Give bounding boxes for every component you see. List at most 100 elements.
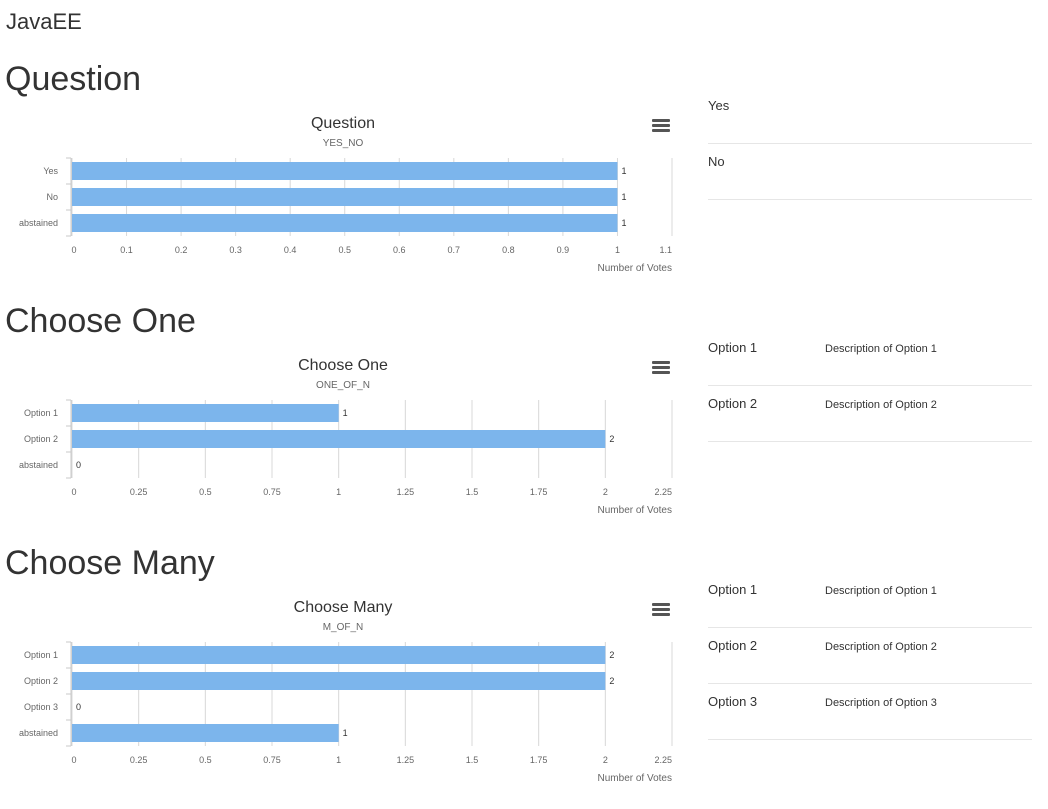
bar [72, 646, 606, 664]
option-description: Description of Option 3 [825, 697, 937, 709]
option-label: Option 3 [708, 694, 758, 709]
category-label: abstained [19, 460, 58, 470]
x-tick-label: 0.25 [130, 487, 148, 497]
section-title-choose-many: Choose Many [5, 544, 215, 582]
x-tick-label: 1.5 [466, 487, 479, 497]
chart-choose-many-svg: Choose Many M_OF_N 0 0.25 0.5 0.75 1 1.25 1.5 1.7… [19, 599, 673, 784]
chart-choose-one: Choose One ONE_OF_N 0 0.25 0.5 0.75 1 1.25 1.5 1.… [0, 350, 690, 520]
option-row-option-3: Option 3 Description of Option 3 [708, 684, 1032, 740]
data-label: 0 [76, 460, 81, 470]
category-label: Option 2 [24, 434, 58, 444]
x-tick-label: 2 [603, 487, 608, 497]
x-tick-label: 1.25 [397, 755, 415, 765]
option-description: Description of Option 1 [825, 585, 937, 597]
x-tick-label: 1 [615, 245, 620, 255]
category-label: Option 1 [24, 408, 58, 418]
data-label: 1 [621, 218, 626, 228]
option-description: Description of Option 2 [825, 399, 937, 411]
bar [72, 162, 618, 180]
category-label: abstained [19, 218, 58, 228]
x-tick-label: 0.6 [393, 245, 406, 255]
data-label: 1 [621, 192, 626, 202]
option-row-option-2: Option 2 Description of Option 2 [708, 386, 1032, 442]
section-title-choose-one: Choose One [5, 302, 196, 340]
x-tick-label: 0.1 [120, 245, 133, 255]
x-tick-label: 2.25 [654, 755, 672, 765]
option-row-yes: Yes [708, 88, 1032, 144]
x-tick-label: 1.25 [397, 487, 415, 497]
option-label: No [708, 154, 725, 169]
x-tick-label: 0.4 [284, 245, 297, 255]
option-list-question: Yes No [708, 88, 1032, 200]
section-title-question: Question [5, 60, 142, 98]
app-title: JavaEE [6, 9, 82, 34]
option-row-option-1: Option 1 Description of Option 1 [708, 330, 1032, 386]
x-tick-label: 0.5 [199, 487, 212, 497]
x-tick-label: 0.8 [502, 245, 515, 255]
bar [72, 188, 618, 206]
bar [72, 404, 339, 422]
category-label: Option 2 [24, 676, 58, 686]
bar [72, 214, 618, 232]
category-label: No [46, 192, 58, 202]
bar [72, 672, 606, 690]
x-axis-label: Number of Votes [598, 505, 672, 516]
x-tick-label: 0.5 [199, 755, 212, 765]
option-row-no: No [708, 144, 1032, 200]
option-row-option-2: Option 2 Description of Option 2 [708, 628, 1032, 684]
x-tick-label: 0.25 [130, 755, 148, 765]
data-label: 2 [609, 650, 614, 660]
option-label: Yes [708, 98, 730, 113]
x-tick-label: 1 [336, 487, 341, 497]
option-description: Description of Option 2 [825, 641, 937, 653]
chart-menu-icon[interactable] [652, 119, 670, 133]
category-label: Option 3 [24, 702, 58, 712]
x-tick-label: 0 [71, 755, 76, 765]
x-axis-label: Number of Votes [598, 773, 672, 784]
x-tick-label: 0 [71, 487, 76, 497]
chart-subtitle: ONE_OF_N [316, 380, 370, 391]
category-label: Yes [43, 166, 58, 176]
chart-title: Choose One [298, 357, 388, 374]
chart-menu-icon[interactable] [652, 361, 670, 375]
chart-question: Question YES_NO 0 0.1 0.2 0.3 0.4 0.5 0.6 0.7 0.8 0… [0, 108, 690, 278]
chart-menu-icon[interactable] [652, 603, 670, 617]
chart-choose-one-svg: Choose One ONE_OF_N 0 0.25 0.5 0.75 1 1.25 1.5 1.… [19, 357, 673, 516]
option-list-choose-many: Option 1 Description of Option 1 Option … [708, 572, 1032, 740]
category-label: abstained [19, 728, 58, 738]
option-description: Description of Option 1 [825, 343, 937, 355]
data-label: 0 [76, 702, 81, 712]
x-tick-label: 2.25 [654, 487, 672, 497]
option-list-choose-one: Option 1 Description of Option 1 Option … [708, 330, 1032, 442]
x-axis-label: Number of Votes [598, 263, 672, 274]
x-tick-label: 1.75 [530, 487, 548, 497]
data-label: 2 [609, 434, 614, 444]
x-tick-label: 2 [603, 755, 608, 765]
x-tick-label: 1.75 [530, 755, 548, 765]
option-label: Option 2 [708, 396, 758, 411]
x-tick-label: 0.2 [175, 245, 188, 255]
x-tick-label: 1.5 [466, 755, 479, 765]
chart-question-svg: Question YES_NO 0 0.1 0.2 0.3 0.4 0.5 0.6 0.7 0.8 0… [19, 115, 673, 274]
option-label: Option 1 [708, 582, 758, 597]
chart-subtitle: M_OF_N [323, 622, 364, 633]
data-label: 2 [609, 676, 614, 686]
category-label: Option 1 [24, 650, 58, 660]
x-tick-label: 0 [71, 245, 76, 255]
x-tick-label: 0.7 [448, 245, 461, 255]
data-label: 1 [343, 728, 348, 738]
chart-subtitle: YES_NO [323, 138, 364, 149]
bar [72, 724, 339, 742]
data-label: 1 [343, 408, 348, 418]
chart-choose-many: Choose Many M_OF_N 0 0.25 0.5 0.75 1 1.25 1.5 1.7… [0, 592, 690, 792]
x-tick-label: 0.9 [557, 245, 570, 255]
chart-title: Question [311, 115, 375, 132]
option-label: Option 2 [708, 638, 758, 653]
bar [72, 430, 606, 448]
option-row-option-1: Option 1 Description of Option 1 [708, 572, 1032, 628]
option-label: Option 1 [708, 340, 758, 355]
x-tick-label: 0.75 [263, 755, 281, 765]
x-tick-label: 0.75 [263, 487, 281, 497]
x-tick-label: 0.3 [229, 245, 242, 255]
x-tick-label: 1 [336, 755, 341, 765]
